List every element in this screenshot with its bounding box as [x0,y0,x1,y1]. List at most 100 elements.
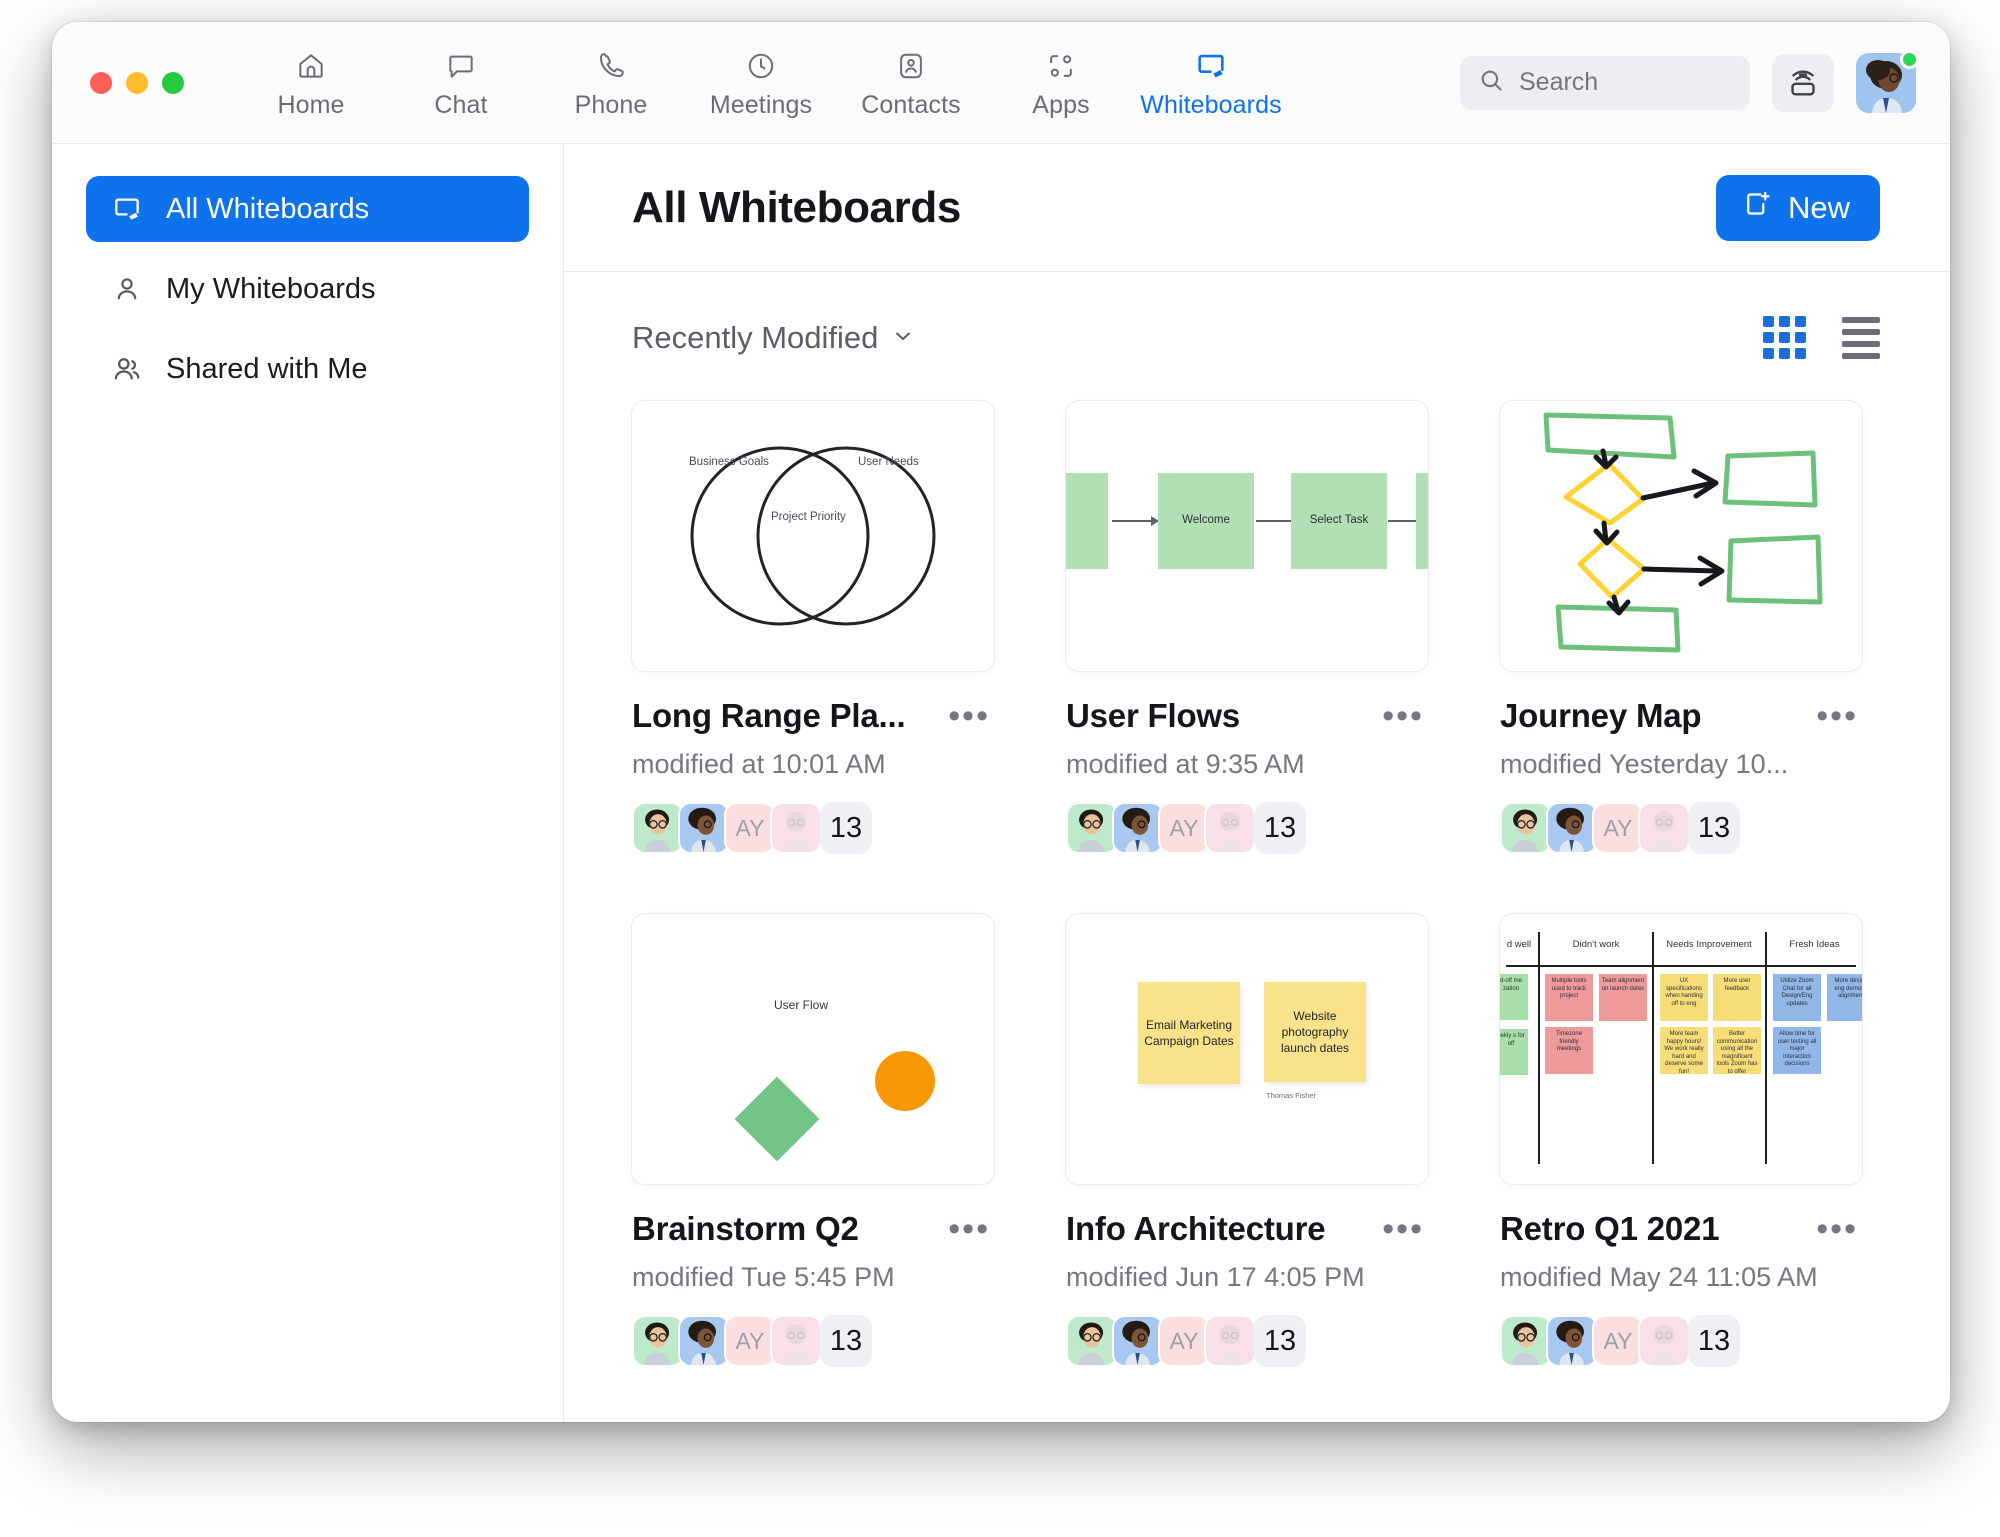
person-icon [110,274,144,304]
whiteboard-icon [110,193,144,225]
sidebar-item-my-whiteboards[interactable]: My Whiteboards [86,256,529,322]
card-modified: modified Jun 17 4:05 PM [1066,1262,1365,1292]
flow-box: S... P... [1416,473,1428,569]
participant-avatar[interactable] [1546,802,1598,854]
apps-icon [1045,49,1077,83]
content-header: All Whiteboards New [564,144,1950,272]
whiteboard-grid: Business Goals User Needs Project Priori… [632,401,1880,1367]
retro-note: Allow time for user testing all major in… [1773,1027,1821,1074]
nav-label: Apps [1032,91,1090,119]
participant-avatar[interactable] [1638,1315,1690,1367]
participant-initials[interactable]: AY [1158,802,1210,854]
participant-initials[interactable]: AY [724,1315,776,1367]
participant-count[interactable]: 13 [1688,802,1740,854]
sticky-note: Email Marketing Campaign Dates [1138,982,1240,1084]
sketch-flowchart [1543,412,1823,653]
thumbnail-stickies: Email Marketing Campaign Dates Website p… [1066,914,1428,1184]
grid-view-button[interactable] [1763,316,1806,359]
sort-dropdown[interactable]: Recently Modified [632,320,915,356]
retro-column-title: Fresh Ideas [1789,939,1840,950]
card-more-button[interactable]: ••• [1378,699,1428,733]
card-title-row: User Flows ••• [1066,697,1428,735]
participant-initials[interactable]: AY [724,802,776,854]
chat-bubble-icon [445,49,477,83]
card-participants: AY 13 [632,802,994,854]
nav-item-home[interactable]: Home [236,45,386,120]
whiteboard-card[interactable]: Welcome Select Task S... P... User Flows… [1066,401,1428,854]
whiteboard-card[interactable]: Journey Map ••• modified Yesterday 10... [1500,401,1862,854]
participant-initials[interactable]: AY [1158,1315,1210,1367]
close-button[interactable] [90,71,112,94]
participant-avatar[interactable] [1112,1315,1164,1367]
participant-avatar[interactable] [1112,802,1164,854]
participant-avatar[interactable] [770,1315,822,1367]
minimize-button[interactable] [126,71,148,94]
whiteboard-card[interactable]: d well Didn't work Needs Improvement Fre… [1500,914,1862,1367]
participant-count[interactable]: 13 [820,1315,872,1367]
chevron-down-icon [891,320,915,356]
retro-header-line [1506,965,1856,967]
share-screen-icon[interactable] [1772,53,1834,112]
nav-item-apps[interactable]: Apps [986,45,1136,120]
zoom-button[interactable] [162,71,184,94]
app-body: All Whiteboards My Whiteboards Shared wi… [52,144,1950,1422]
sidebar-item-label: My Whiteboards [166,272,376,305]
sidebar-item-shared-with-me[interactable]: Shared with Me [86,336,529,402]
nav-item-contacts[interactable]: Contacts [836,45,986,120]
retro-divider [1765,932,1767,1164]
participant-count[interactable]: 13 [820,802,872,854]
participant-avatar[interactable] [632,1315,684,1367]
avatar[interactable] [1856,49,1919,113]
nav-item-phone[interactable]: Phone [536,45,686,120]
retro-note: Timezone friendly meetings [1545,1027,1593,1074]
venn-label-left: Business Goals [689,456,769,468]
card-modified: modified at 9:35 AM [1066,749,1305,779]
card-more-button[interactable]: ••• [1378,1212,1428,1246]
participant-count[interactable]: 13 [1254,1315,1306,1367]
new-button-label: New [1787,189,1850,225]
participant-avatar[interactable] [678,1315,730,1367]
participant-avatar[interactable] [678,802,730,854]
whiteboard-card[interactable]: Email Marketing Campaign Dates Website p… [1066,914,1428,1367]
nav-item-meetings[interactable]: Meetings [686,45,836,120]
whiteboard-card[interactable]: Business Goals User Needs Project Priori… [632,401,994,854]
nav-label: Meetings [709,91,813,119]
list-view-button[interactable] [1842,316,1880,359]
participant-count[interactable]: 13 [1254,802,1306,854]
card-modified: modified at 10:01 AM [632,749,886,779]
sidebar-item-all-whiteboards[interactable]: All Whiteboards [86,176,529,242]
participant-count[interactable]: 13 [1688,1315,1740,1367]
retro-note: Multiple tools used to track project [1545,974,1593,1021]
participant-avatar[interactable] [1204,802,1256,854]
nav-item-chat[interactable]: Chat [386,45,536,120]
contact-card-icon [895,49,927,83]
participant-avatar[interactable] [770,802,822,854]
nav-item-whiteboards[interactable]: Whiteboards [1136,45,1286,120]
participant-initials[interactable]: AY [1592,1315,1644,1367]
card-more-button[interactable]: ••• [944,699,994,733]
page-title: All Whiteboards [632,182,961,232]
thumbnail-shapes: User Flow [632,914,994,1184]
participant-avatar[interactable] [632,802,684,854]
venn-label-right: User Needs [858,456,919,468]
card-more-button[interactable]: ••• [944,1212,994,1246]
participant-avatar[interactable] [1500,1315,1552,1367]
participant-avatar[interactable] [1638,802,1690,854]
participant-avatar[interactable] [1500,802,1552,854]
whiteboard-card[interactable]: User Flow Brainstorm Q2 ••• modified Tue… [632,914,994,1367]
participant-avatar[interactable] [1204,1315,1256,1367]
search-input[interactable]: Search [1460,55,1750,110]
new-button[interactable]: New [1715,174,1880,241]
card-more-button[interactable]: ••• [1812,699,1862,733]
retro-column-title: Needs Improvement [1666,939,1752,950]
participant-avatar[interactable] [1066,802,1118,854]
participant-avatar[interactable] [1066,1315,1118,1367]
nav-label: Phone [574,91,648,119]
card-more-button[interactable]: ••• [1812,1212,1862,1246]
card-title-row: Retro Q1 2021 ••• [1500,1210,1862,1248]
participant-avatar[interactable] [1546,1315,1598,1367]
participant-initials[interactable]: AY [1592,802,1644,854]
shapes-label: User Flow [774,998,829,1012]
whiteboards-list-area: Recently Modified Business Goals User Ne… [564,272,1950,1422]
home-icon [295,49,327,83]
